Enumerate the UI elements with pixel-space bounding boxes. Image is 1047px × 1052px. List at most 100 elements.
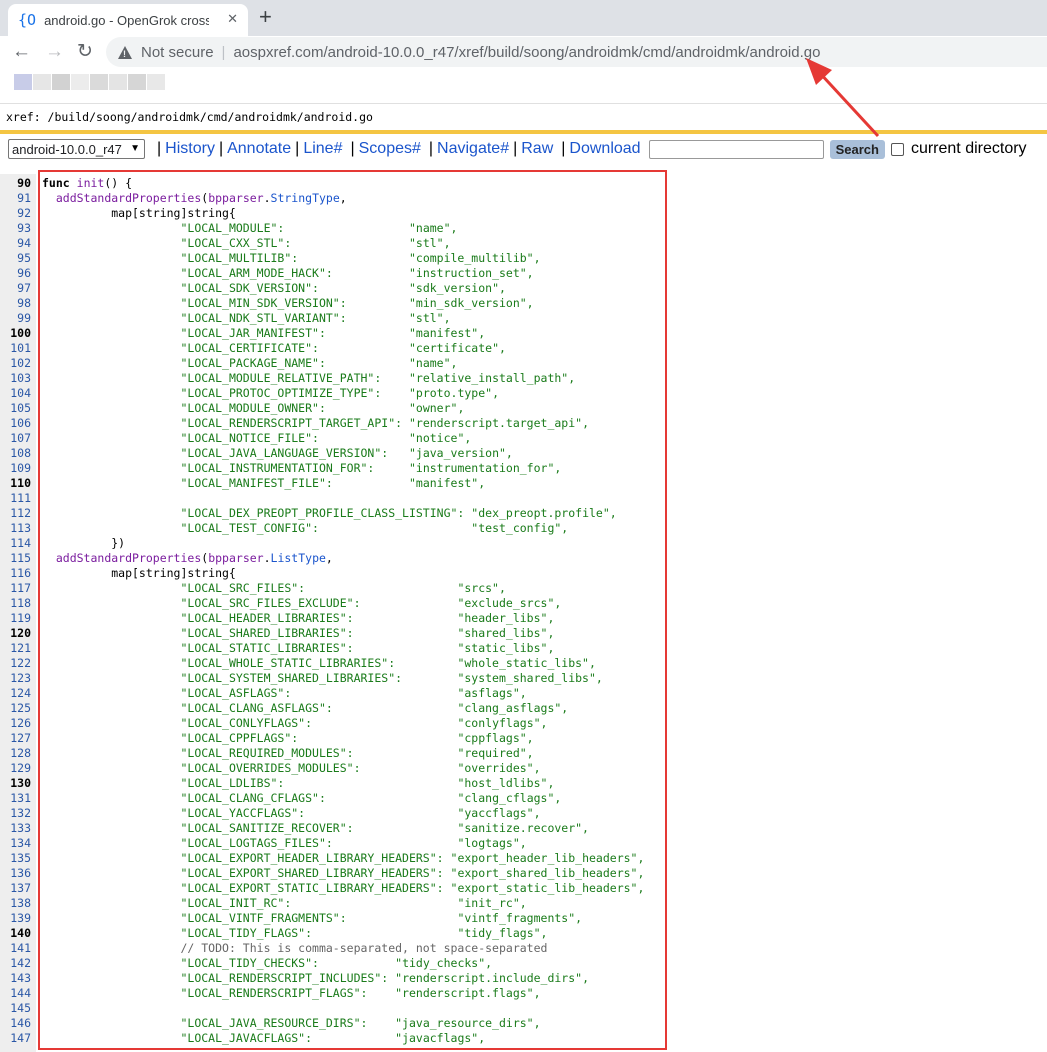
url-text[interactable]: aospxref.com/android-10.0.0_r47/xref/bui… [233,44,820,61]
new-tab-button[interactable]: + [259,4,272,30]
line-number-link[interactable]: 102 [0,356,31,371]
line-number-link[interactable]: 140 [0,926,31,941]
line-number-link[interactable]: 124 [0,686,31,701]
line-number-link[interactable]: 103 [0,371,31,386]
line-number-link[interactable]: 135 [0,851,31,866]
line-number-link[interactable]: 142 [0,956,31,971]
line-number-link[interactable]: 120 [0,626,31,641]
line-number-link[interactable]: 144 [0,986,31,1001]
line-number-link[interactable]: 130 [0,776,31,791]
line-number-link[interactable]: 113 [0,521,31,536]
line-number-link[interactable]: 97 [0,281,31,296]
line-number-link[interactable]: 107 [0,431,31,446]
line-number-link[interactable]: 126 [0,716,31,731]
back-arrow-icon[interactable]: ← [12,40,31,64]
code-line: 140 "LOCAL_TIDY_FLAGS": "tidy_flags", [0,926,1047,941]
line-number-link[interactable]: 99 [0,311,31,326]
code-text: "LOCAL_RENDERSCRIPT_FLAGS": "renderscrip… [42,986,540,1001]
line-number-link[interactable]: 105 [0,401,31,416]
code-token: "init_rc", [457,896,527,910]
code-line: 145 [0,1001,1047,1016]
line-number-link[interactable]: 101 [0,341,31,356]
line-number-link[interactable]: 121 [0,641,31,656]
navigate-link[interactable]: Navigate# [437,140,509,158]
address-bar[interactable]: ! Not secure | aospxref.com/android-10.0… [106,37,1047,67]
line-number-link[interactable]: 122 [0,656,31,671]
code-text: map[string]string{ [42,206,236,221]
line-number-link[interactable]: 118 [0,596,31,611]
warning-triangle-icon[interactable]: ! [118,45,132,59]
search-button[interactable]: Search [829,139,885,159]
line-number-link[interactable]: 127 [0,731,31,746]
line-number-link[interactable]: 100 [0,326,31,341]
line-number-link[interactable]: 143 [0,971,31,986]
line-number-link[interactable]: 138 [0,896,31,911]
code-token: "LOCAL_PROTOC_OPTIMIZE_TYPE": [180,386,382,400]
raw-link[interactable]: Raw [521,140,553,158]
line-number-link[interactable]: 133 [0,821,31,836]
line-number-link[interactable]: 141 [0,941,31,956]
line-numbers-link[interactable]: Line# [303,140,342,158]
annotate-link[interactable]: Annotate [227,140,291,158]
line-number-link[interactable]: 111 [0,491,31,506]
code-token: bpparser [208,191,264,205]
line-number-link[interactable]: 147 [0,1031,31,1046]
line-number-link[interactable]: 93 [0,221,31,236]
line-number-link[interactable]: 94 [0,236,31,251]
line-number-link[interactable]: 115 [0,551,31,566]
line-number-link[interactable]: 136 [0,866,31,881]
line-number-link[interactable]: 96 [0,266,31,281]
forward-arrow-icon[interactable]: → [45,40,64,64]
code-text: "LOCAL_JAVACFLAGS": "javacflags", [42,1031,485,1046]
code-line: 137 "LOCAL_EXPORT_STATIC_LIBRARY_HEADERS… [0,881,1047,896]
line-number-link[interactable]: 110 [0,476,31,491]
line-number-link[interactable]: 98 [0,296,31,311]
line-number-link[interactable]: 139 [0,911,31,926]
revision-select[interactable]: android-10.0.0_r47 ▼ [8,139,145,159]
history-link[interactable]: History [165,140,215,158]
line-number-link[interactable]: 91 [0,191,31,206]
code-text: "LOCAL_INIT_RC": "init_rc", [42,896,527,911]
close-tab-icon[interactable]: ✕ [227,11,238,27]
line-number-link[interactable]: 108 [0,446,31,461]
line-number-link[interactable]: 92 [0,206,31,221]
line-number-link[interactable]: 95 [0,251,31,266]
scopes-link[interactable]: Scopes# [359,140,421,158]
code-token: "LOCAL_MIN_SDK_VERSION": [180,296,347,310]
line-number-link[interactable]: 104 [0,386,31,401]
reload-icon[interactable]: ↻ [77,40,93,64]
search-input[interactable] [648,139,824,159]
line-number-link[interactable]: 131 [0,791,31,806]
line-number-link[interactable]: 119 [0,611,31,626]
line-number-link[interactable]: 145 [0,1001,31,1016]
line-number-link[interactable]: 137 [0,881,31,896]
code-token: "LOCAL_MODULE_RELATIVE_PATH": [180,371,382,385]
line-number-link[interactable]: 128 [0,746,31,761]
line-number-link[interactable]: 114 [0,536,31,551]
line-number-link[interactable]: 125 [0,701,31,716]
line-number-link[interactable]: 90 [0,176,31,191]
line-number-link[interactable]: 106 [0,416,31,431]
line-number-link[interactable]: 134 [0,836,31,851]
not-secure-label[interactable]: Not secure [141,44,214,61]
line-number-link[interactable]: 116 [0,566,31,581]
line-number-link[interactable]: 109 [0,461,31,476]
line-number-link[interactable]: 112 [0,506,31,521]
current-directory-checkbox[interactable] [890,142,904,156]
download-link[interactable]: Download [569,140,640,158]
line-number-link[interactable]: 132 [0,806,31,821]
line-number-link[interactable]: 146 [0,1016,31,1031]
browser-tab[interactable]: {O android.go - OpenGrok cross r ✕ [8,4,248,36]
line-number-link[interactable]: 123 [0,671,31,686]
code-token: "name", [408,356,458,370]
line-number-link[interactable]: 129 [0,761,31,776]
line-number-link[interactable]: 117 [0,581,31,596]
